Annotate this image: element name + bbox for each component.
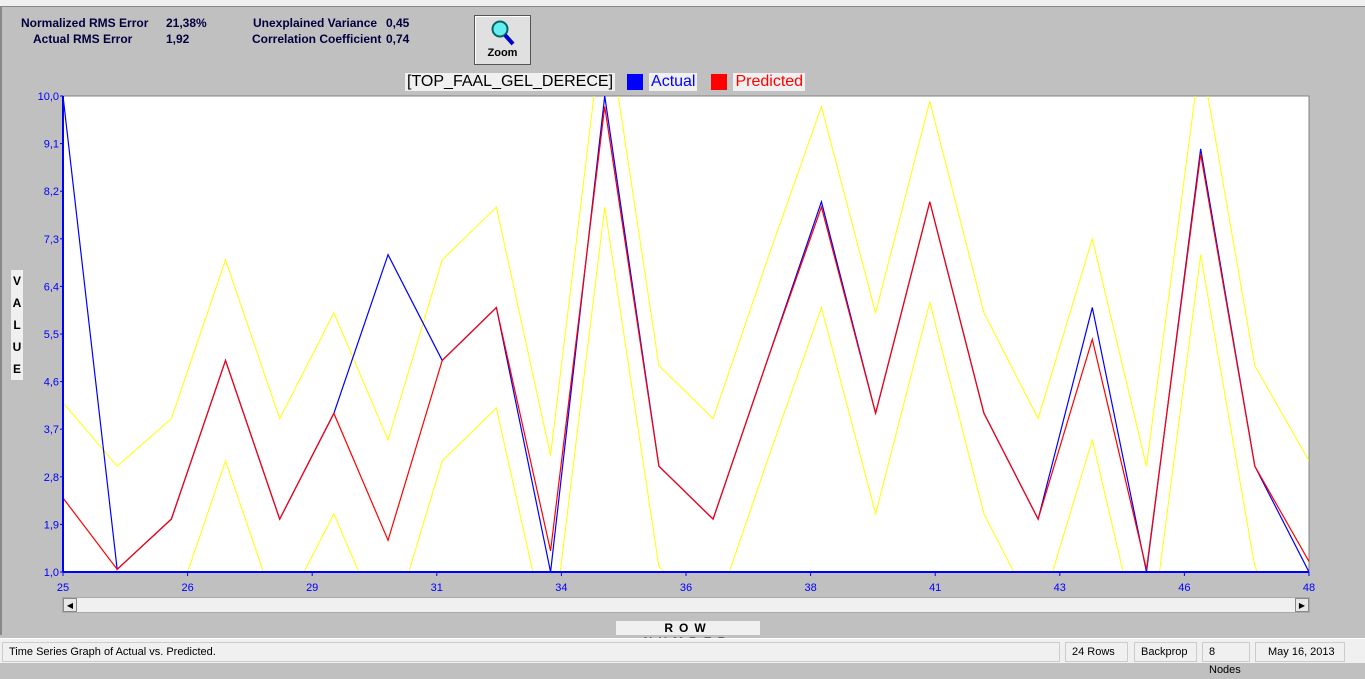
x-axis-label: ROW NUMBER (616, 621, 760, 635)
x-tick-label: 26 (181, 582, 193, 594)
scroll-right-button[interactable]: ▶ (1295, 598, 1309, 612)
status-bar: Time Series Graph of Actual vs. Predicte… (0, 638, 1365, 663)
y-tick-label: 1,9 (44, 519, 59, 531)
status-date: May 16, 2013 (1255, 642, 1345, 662)
y-tick-label: 6,4 (44, 281, 59, 293)
x-tick-label: 31 (431, 582, 443, 594)
y-tick-label: 7,3 (44, 234, 59, 246)
y-tick-label: 2,8 (44, 472, 59, 484)
y-tick-label: 3,7 (44, 424, 59, 436)
x-tick-label: 38 (804, 582, 816, 594)
x-tick-label: 43 (1054, 582, 1066, 594)
x-tick-label: 48 (1303, 582, 1315, 594)
x-tick-label: 34 (555, 582, 567, 594)
y-tick-label: 1,0 (44, 567, 59, 579)
status-algorithm: Backprop (1134, 642, 1197, 662)
x-tick-label: 46 (1178, 582, 1190, 594)
y-tick-label: 8,2 (44, 186, 59, 198)
status-nodes: 8 Nodes (1202, 642, 1250, 662)
status-rows: 24 Rows (1065, 642, 1128, 662)
y-tick-label: 5,5 (44, 329, 59, 341)
y-tick-label: 10,0 (38, 91, 59, 103)
x-tick-label: 41 (929, 582, 941, 594)
plot-area (63, 96, 1309, 572)
y-tick-label: 4,6 (44, 377, 59, 389)
horizontal-scrollbar[interactable]: ◀ ▶ (62, 597, 1310, 613)
x-tick-label: 29 (306, 582, 318, 594)
status-message: Time Series Graph of Actual vs. Predicte… (2, 642, 1060, 662)
y-axis-label: VALUE (11, 270, 23, 380)
x-tick-label: 25 (57, 582, 69, 594)
scroll-left-button[interactable]: ◀ (63, 598, 77, 612)
time-series-chart: 1,0 1,9 2,8 3,7 4,6 5,5 6,4 7,3 8,2 9,1 10,0 25 26 29… (0, 0, 1365, 600)
x-tick-label: 36 (680, 582, 692, 594)
y-tick-label: 9,1 (44, 139, 59, 151)
